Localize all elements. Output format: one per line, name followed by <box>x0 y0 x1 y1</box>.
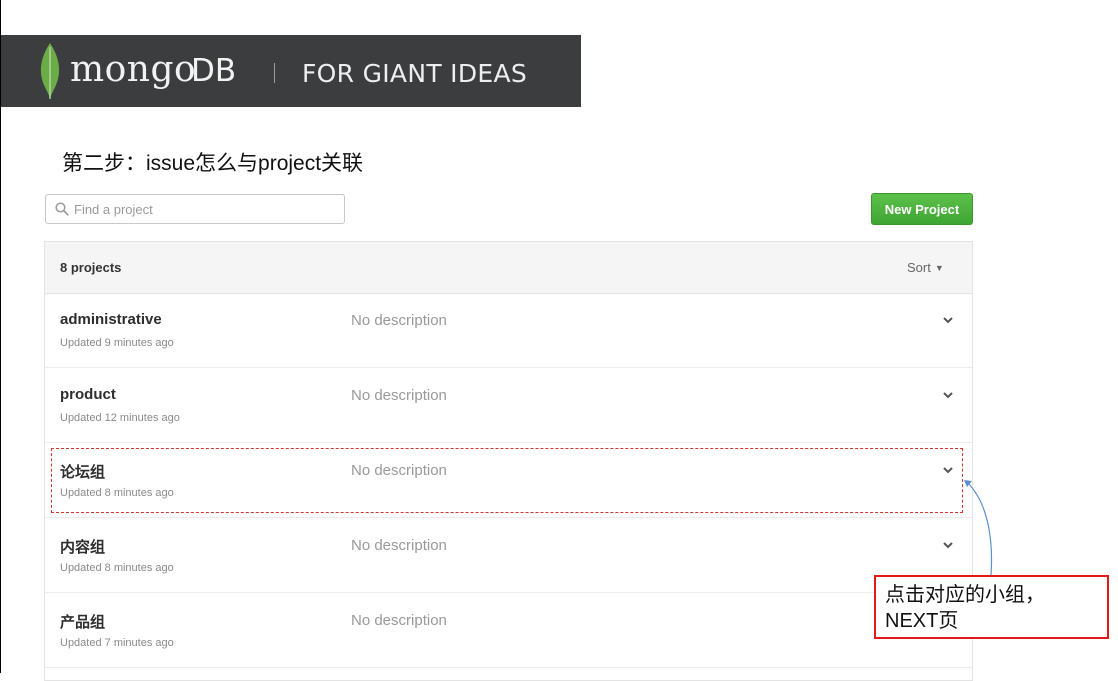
project-row[interactable]: 内容组 Updated 8 minutes ago No description <box>45 518 972 593</box>
project-name[interactable]: product <box>60 386 116 403</box>
project-name[interactable]: 内容组 <box>60 536 105 557</box>
logo-wordmark: mongo <box>70 49 197 90</box>
project-updated: Updated 9 minutes ago <box>60 337 174 349</box>
project-count: 8 projects <box>60 260 122 275</box>
sort-dropdown[interactable]: Sort ▼ <box>907 260 944 275</box>
project-name[interactable]: administrative <box>60 311 162 328</box>
mongodb-leaf-icon <box>40 43 60 99</box>
project-description: No description <box>351 312 447 329</box>
search-box[interactable] <box>45 194 345 224</box>
project-list-panel: 8 projects Sort ▼ administrative Updated … <box>44 241 973 681</box>
project-row[interactable]: 产品组 Updated 7 minutes ago No description <box>45 593 972 668</box>
logo-db-text: DB <box>191 53 237 89</box>
project-description: No description <box>351 387 447 404</box>
project-row[interactable]: administrative Updated 9 minutes ago No … <box>45 293 972 368</box>
project-description: No description <box>351 612 447 629</box>
callout-line-2: NEXT页 <box>885 610 959 632</box>
chevron-down-icon[interactable] <box>941 313 955 327</box>
search-input[interactable] <box>74 195 336 223</box>
chevron-down-icon[interactable] <box>941 388 955 402</box>
project-row[interactable]: product Updated 12 minutes ago No descri… <box>45 368 972 443</box>
step-heading: 第二步：issue怎么与project关联 <box>62 152 364 175</box>
project-name[interactable]: 论坛组 <box>60 461 105 482</box>
mongodb-banner: mongo DB FOR GIANT IDEAS <box>1 35 581 107</box>
new-project-button[interactable]: New Project <box>871 193 973 225</box>
project-name[interactable]: 产品组 <box>60 611 105 632</box>
sort-label: Sort <box>907 260 931 275</box>
callout-line-1: 点击对应的小组， <box>885 584 1045 606</box>
project-list-header: 8 projects Sort ▼ <box>45 242 972 294</box>
search-icon <box>55 202 69 216</box>
project-description: No description <box>351 537 447 554</box>
annotation-callout: 点击对应的小组， NEXT页 <box>874 575 1109 639</box>
chevron-down-icon[interactable] <box>941 538 955 552</box>
chevron-down-icon[interactable] <box>941 463 955 477</box>
project-updated: Updated 12 minutes ago <box>60 412 180 424</box>
project-updated: Updated 7 minutes ago <box>60 637 174 649</box>
banner-tagline: FOR GIANT IDEAS <box>302 59 528 88</box>
project-updated: Updated 8 minutes ago <box>60 487 174 499</box>
project-updated: Updated 8 minutes ago <box>60 562 174 574</box>
project-row[interactable]: 论坛组 Updated 8 minutes ago No description <box>45 443 972 518</box>
caret-down-icon: ▼ <box>934 263 944 273</box>
logo-separator <box>274 63 275 83</box>
project-description: No description <box>351 462 447 479</box>
